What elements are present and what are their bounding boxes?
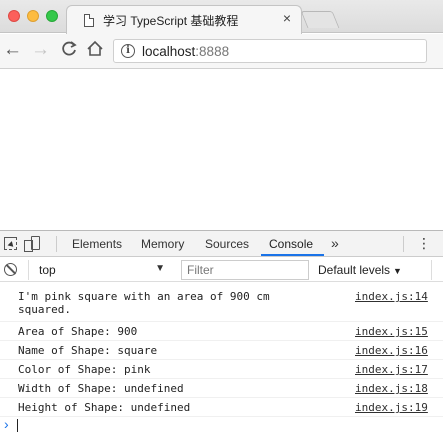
active-tab-indicator — [261, 254, 324, 256]
url-host: localhost — [142, 44, 196, 59]
home-icon — [87, 40, 103, 56]
levels-label: Default levels — [318, 263, 391, 277]
tab-console[interactable]: Console — [269, 237, 313, 251]
reload-icon — [62, 41, 77, 56]
console-prompt[interactable]: › — [0, 415, 443, 435]
browser-toolbar: ← → i localhost:8888 — [0, 34, 443, 69]
browser-tab[interactable]: 学习 TypeScript 基础教程 × — [66, 5, 302, 34]
divider — [431, 260, 432, 280]
window-titlebar: 学习 TypeScript 基础教程 × — [0, 0, 443, 34]
source-link[interactable]: index.js:18 — [355, 382, 428, 395]
maximize-window-button[interactable] — [46, 10, 58, 22]
log-levels-dropdown[interactable]: Default levels ▼ — [318, 263, 402, 277]
source-link[interactable]: index.js:15 — [355, 325, 428, 338]
tab-sources[interactable]: Sources — [205, 237, 249, 251]
url-text: localhost:8888 — [142, 44, 229, 59]
info-icon[interactable]: i — [121, 44, 135, 58]
address-bar[interactable]: i localhost:8888 — [113, 39, 427, 63]
url-port: :8888 — [195, 44, 230, 59]
console-message: Area of Shape: 900 index.js:15 — [0, 322, 443, 341]
tab-close-icon[interactable]: × — [283, 10, 291, 26]
console-toolbar: top ▼ Default levels▼ — [0, 258, 443, 282]
tab-elements[interactable]: Elements — [72, 237, 122, 251]
minimize-window-button[interactable] — [27, 10, 39, 22]
console-message: Color of Shape: pink index.js:17 — [0, 360, 443, 379]
more-tabs-icon[interactable]: » — [331, 235, 339, 251]
tab-title: 学习 TypeScript 基础教程 — [103, 14, 239, 28]
inspect-element-icon[interactable] — [4, 237, 17, 250]
console-messages: I'm pink square with an area of 900 cm s… — [0, 287, 443, 417]
devtools-panel: Elements Memory Sources Console » ⋮ top … — [0, 230, 443, 448]
close-window-button[interactable] — [8, 10, 20, 22]
message-text: I'm pink square with an area of 900 cm s… — [18, 290, 270, 316]
message-text: Height of Shape: undefined — [18, 401, 191, 414]
page-viewport — [0, 70, 443, 230]
new-tab-button[interactable] — [300, 11, 340, 28]
console-message: Width of Shape: undefined index.js:18 — [0, 379, 443, 398]
context-label: top — [39, 263, 56, 277]
divider — [403, 236, 404, 252]
devtools-tabbar: Elements Memory Sources Console » ⋮ — [0, 231, 443, 257]
message-text: Name of Shape: square — [18, 344, 158, 357]
back-button[interactable]: ← — [3, 40, 22, 60]
page-icon — [84, 14, 94, 27]
source-link[interactable]: index.js:16 — [355, 344, 428, 357]
reload-button[interactable] — [60, 40, 78, 62]
console-message: I'm pink square with an area of 900 cm s… — [0, 287, 443, 322]
text-caret — [17, 419, 18, 432]
tab-memory[interactable]: Memory — [141, 237, 184, 251]
prompt-chevron-icon: › — [4, 416, 9, 432]
home-button[interactable] — [86, 40, 104, 63]
context-selector[interactable]: top ▼ — [28, 260, 171, 280]
clear-console-icon[interactable] — [4, 263, 17, 276]
dropdown-arrow-icon: ▼ — [393, 266, 402, 276]
source-link[interactable]: index.js:14 — [355, 290, 428, 303]
source-link[interactable]: index.js:19 — [355, 401, 428, 414]
message-text: Area of Shape: 900 — [18, 325, 138, 338]
source-link[interactable]: index.js:17 — [355, 363, 428, 376]
filter-input[interactable] — [181, 260, 309, 280]
devtools-menu-icon[interactable]: ⋮ — [417, 235, 431, 251]
message-text: Width of Shape: undefined — [18, 382, 184, 395]
message-text: Color of Shape: pink — [18, 363, 151, 376]
dropdown-arrow-icon: ▼ — [155, 263, 165, 274]
divider — [56, 236, 57, 252]
device-toolbar-icon[interactable] — [24, 236, 40, 252]
console-message: Name of Shape: square index.js:16 — [0, 341, 443, 360]
forward-button[interactable]: → — [31, 40, 50, 60]
